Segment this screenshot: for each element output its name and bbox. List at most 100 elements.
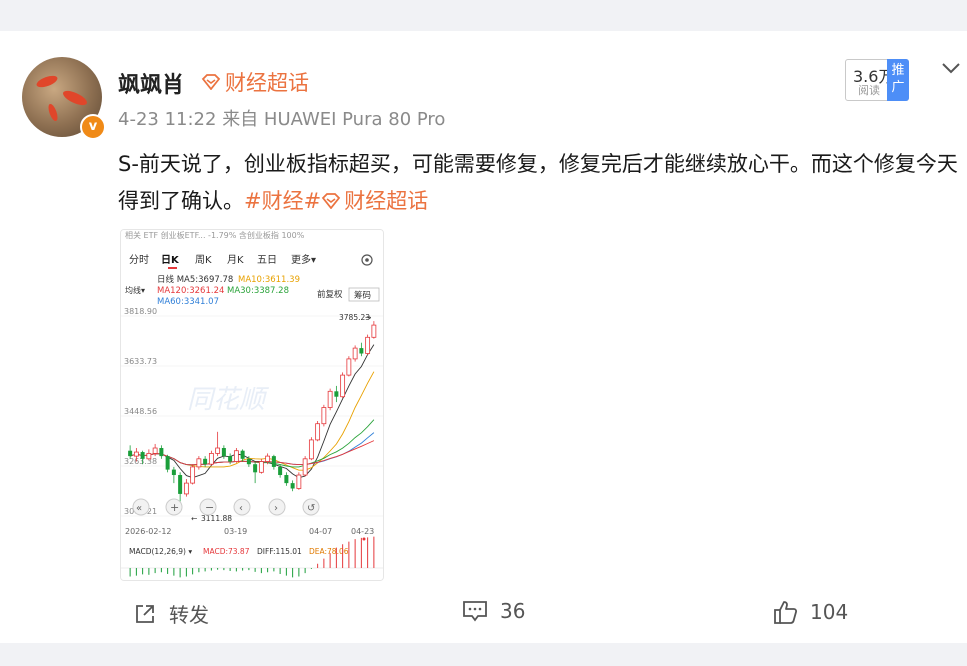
candle (128, 450, 133, 457)
candle (352, 347, 358, 360)
post-card: v 飒飒肖 财经超话 4-23 11:22 来自 HUAWEI Pura 80 … (0, 31, 967, 643)
hashtag-finance[interactable]: #财经# (244, 189, 321, 213)
macd-menu[interactable]: MACD(12,26,9) ▾ (129, 547, 192, 556)
chart-watermark: 同花顺 (187, 385, 270, 415)
avg-line-menu[interactable]: 均线▾ (125, 285, 145, 295)
low-price-label: 3111.88 (201, 514, 232, 523)
candle (233, 450, 239, 462)
candle (190, 466, 196, 484)
share-icon (136, 604, 154, 623)
candle (228, 456, 233, 462)
candle (178, 475, 183, 494)
forward-adjust-label[interactable]: 前复权 (317, 289, 343, 300)
low-price-arrow: ← (191, 514, 197, 523)
macd-header: MACD(12,26,9) ▾ MACD:73.87 DIFF:115.01 D… (129, 547, 349, 556)
candle (246, 458, 251, 465)
latest-day-marker (362, 537, 366, 541)
last-price-arrow: → (365, 313, 371, 322)
candle (321, 407, 327, 425)
username[interactable]: 飒飒肖 (118, 67, 184, 99)
candle (334, 391, 339, 397)
candle (196, 458, 202, 468)
chevron-down-icon[interactable] (941, 61, 961, 75)
diamond-icon (321, 193, 341, 210)
top-divider-band (0, 0, 967, 17)
ma30-label: MA30:3387.28 (227, 286, 289, 296)
candle (146, 453, 152, 460)
candle (371, 324, 377, 338)
candle (208, 453, 214, 465)
candle (159, 448, 164, 457)
candle (165, 456, 170, 470)
candle (284, 475, 289, 484)
chip-button[interactable]: 筹码 (354, 290, 371, 301)
x-tick: 2026-02-12 (125, 527, 172, 536)
last-price-annotation: 3785.23 → (339, 313, 371, 322)
comment-count: 36 (500, 599, 526, 623)
chart-related-etf-bar: 相关 ETF 创业板ETF... -1.79% 含创业板指 100% (125, 230, 305, 240)
candle (253, 464, 258, 473)
topic-tag[interactable]: 财经超话 (201, 67, 309, 97)
reads-counter: 3.6万 阅读 推广 (845, 59, 909, 101)
bottom-divider-band (0, 643, 967, 666)
verified-badge-icon: v (80, 114, 106, 140)
candle (308, 439, 314, 460)
settings-icon-center (365, 258, 369, 262)
candle (265, 455, 271, 462)
x-tick: 04-07 (309, 527, 332, 536)
candle (302, 458, 308, 476)
post-image[interactable]: 相关 ETF 创业板ETF... -1.79% 含创业板指 100% 分时 日K… (120, 229, 384, 581)
comment-icon (463, 601, 487, 622)
tab-five-day[interactable]: 五日 (257, 255, 277, 266)
thumbs-up-icon (774, 601, 798, 624)
reads-label: 阅读 (858, 84, 880, 97)
x-tick: 03-19 (224, 527, 247, 536)
like-button[interactable]: 104 (772, 599, 848, 625)
ma5-label: 日线 MA5:3697.78 (157, 274, 233, 285)
tab-week-k[interactable]: 周K (195, 254, 212, 266)
candle (327, 390, 333, 408)
zoom-out-glyph: − (205, 501, 214, 514)
repost-label: 转发 (169, 603, 209, 627)
tab-month-k[interactable]: 月K (227, 254, 244, 266)
diff-value: DIFF:115.01 (257, 547, 302, 556)
candle (183, 482, 189, 495)
hashtag-finance-topic[interactable]: 财经超话 (344, 189, 428, 213)
candle (315, 423, 321, 441)
x-tick: 04-23 (351, 527, 374, 536)
like-count: 104 (810, 600, 849, 624)
candle (359, 348, 364, 354)
candle (278, 466, 283, 476)
ma60-label: MA60:3341.07 (157, 297, 219, 307)
y-tick: 3263.38 (124, 457, 157, 466)
repost-button[interactable]: 转发 (133, 599, 209, 628)
candle (140, 452, 145, 459)
macd-value: MACD:73.87 (203, 547, 250, 556)
tab-more[interactable]: 更多▾ (291, 253, 316, 266)
zoom-in-glyph: + (170, 501, 179, 514)
ma10-label: MA10:3611.39 (238, 275, 300, 285)
reset-glyph: ↺ (307, 503, 315, 514)
pan-left-glyph: ‹ (239, 503, 243, 514)
tab-day-k[interactable]: 日K (161, 254, 180, 266)
candle (258, 461, 264, 473)
post-source: 来自 HUAWEI Pura 80 Pro (222, 109, 446, 130)
candle (221, 448, 226, 457)
candle (171, 469, 176, 476)
candle (133, 451, 139, 457)
post-meta: 4-23 11:22 来自 HUAWEI Pura 80 Pro (118, 105, 445, 131)
diamond-icon (201, 74, 221, 90)
rewind-glyph: « (136, 503, 142, 514)
low-price-annotation: ← 3111.88 (191, 514, 232, 523)
tab-minute[interactable]: 分时 (129, 254, 149, 266)
comment-button[interactable]: 36 (462, 599, 525, 623)
tab-active-indicator (168, 267, 177, 269)
ma120-label: MA120:3261.24 (157, 286, 224, 296)
post-time[interactable]: 4-23 11:22 (118, 109, 216, 130)
y-tick: 3448.56 (124, 407, 157, 416)
candle (240, 450, 245, 459)
kline-chart: 相关 ETF 创业板ETF... -1.79% 含创业板指 100% 分时 日K… (121, 230, 383, 580)
promote-button[interactable]: 推广 (887, 59, 909, 101)
candle (271, 456, 276, 467)
candle (152, 447, 158, 454)
